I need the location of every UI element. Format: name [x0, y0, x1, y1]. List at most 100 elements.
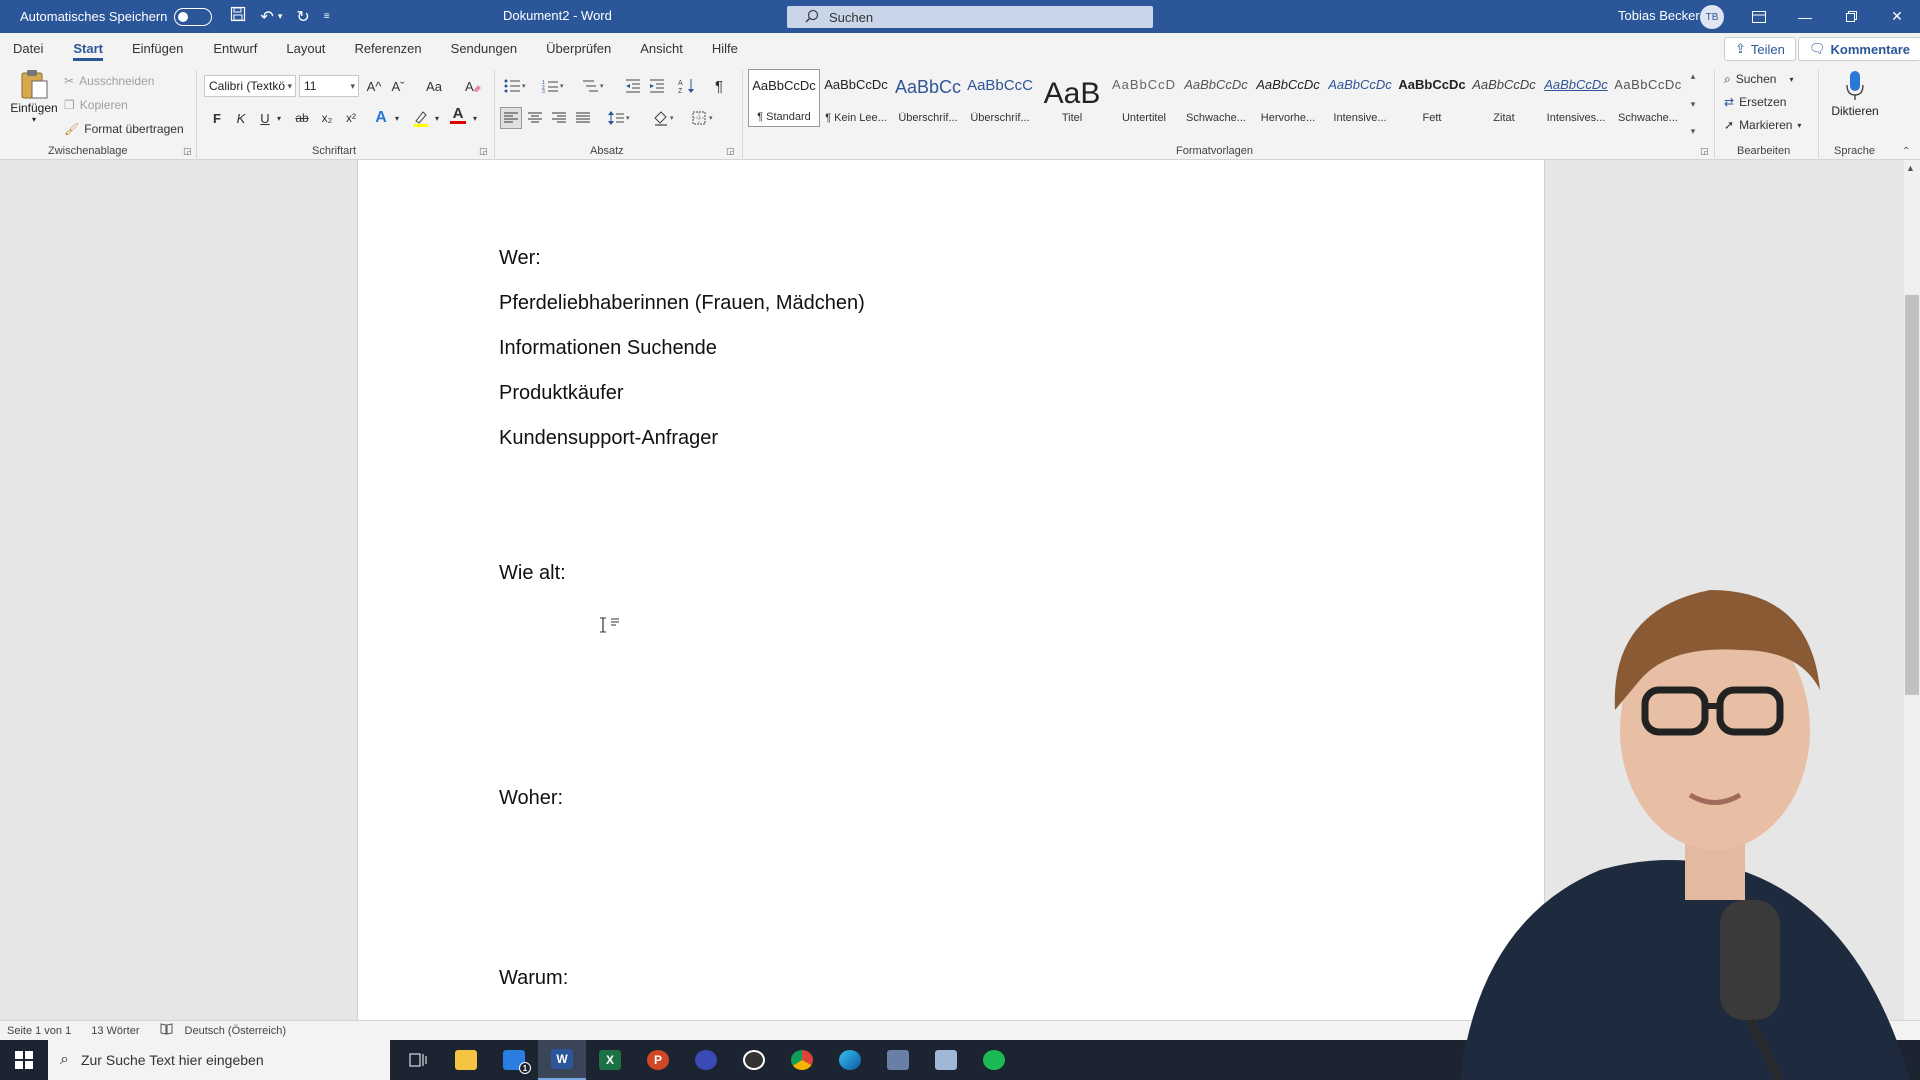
style-tile[interactable]: AaBbCcDc Schwache...: [1612, 69, 1684, 127]
word-taskbar-icon[interactable]: W: [538, 1040, 586, 1080]
increase-indent-icon[interactable]: [646, 75, 668, 97]
style-tile[interactable]: AaBbCcDc Intensive...: [1324, 69, 1396, 127]
style-tile[interactable]: AaBbCcDc ¶ Standard: [748, 69, 820, 127]
dialog-launcher-icon[interactable]: ◲: [1700, 146, 1709, 157]
style-tile[interactable]: AaBbCcDc ¶ Kein Lee...: [820, 69, 892, 127]
underline-button[interactable]: U: [256, 107, 274, 129]
change-case-button[interactable]: Aa: [418, 75, 450, 97]
style-tile[interactable]: AaBbCcC Überschrif...: [964, 69, 1036, 127]
highlight-icon[interactable]: [410, 107, 432, 129]
superscript-button[interactable]: x²: [342, 107, 360, 129]
font-color-button[interactable]: A: [448, 104, 468, 126]
tab-ansicht[interactable]: Ansicht: [640, 33, 683, 64]
avatar[interactable]: TB: [1700, 5, 1724, 29]
style-tile[interactable]: AaBbCcDc Fett: [1396, 69, 1468, 127]
gallery-more-icon[interactable]: ▾: [1691, 126, 1696, 137]
proofing-icon[interactable]: [160, 1023, 173, 1038]
document-page[interactable]: Wer: Pferdeliebhaberinnen (Frauen, Mädch…: [357, 160, 1545, 1020]
italic-button[interactable]: K: [232, 107, 250, 129]
dialog-launcher-icon[interactable]: ◲: [479, 146, 488, 157]
chevron-down-icon[interactable]: ▾: [392, 107, 402, 129]
notepad-icon[interactable]: [922, 1040, 970, 1080]
cut-button[interactable]: ✂ Ausschneiden: [64, 70, 154, 92]
tab-einfuegen[interactable]: Einfügen: [132, 33, 183, 64]
select-button[interactable]: ➚ Markieren ▾: [1724, 114, 1801, 136]
obs-icon[interactable]: [730, 1040, 778, 1080]
tab-layout[interactable]: Layout: [286, 33, 325, 64]
tab-referenzen[interactable]: Referenzen: [354, 33, 421, 64]
shrink-font-button[interactable]: Aˇ: [388, 75, 408, 97]
paste-button[interactable]: Einfügen ▾: [8, 68, 60, 138]
app-window-icon[interactable]: [874, 1040, 922, 1080]
autosave-control[interactable]: Automatisches Speichern: [20, 7, 213, 26]
gallery-scroll[interactable]: ▴ ▾ ▾: [1686, 71, 1700, 137]
style-tile[interactable]: AaBbCcDc Intensives...: [1540, 69, 1612, 127]
close-icon[interactable]: ✕: [1874, 0, 1920, 33]
user-name[interactable]: Tobias Becker: [1618, 8, 1700, 23]
spotify-icon[interactable]: [970, 1040, 1018, 1080]
dialog-launcher-icon[interactable]: ◲: [183, 146, 192, 157]
chrome-icon[interactable]: [778, 1040, 826, 1080]
chevron-down-icon[interactable]: ▾: [1691, 99, 1696, 110]
ribbon-display-icon[interactable]: [1736, 0, 1782, 33]
clear-formatting-icon[interactable]: A: [462, 75, 484, 97]
multilevel-list-icon[interactable]: ▾: [578, 75, 610, 97]
style-tile[interactable]: AaBbCcDc Hervorhe...: [1252, 69, 1324, 127]
tab-entwurf[interactable]: Entwurf: [213, 33, 257, 64]
doc-line-woher[interactable]: Woher:: [499, 787, 563, 810]
align-right-icon[interactable]: [548, 107, 570, 129]
share-button[interactable]: ⇪ Teilen: [1724, 37, 1796, 61]
shading-icon[interactable]: ▾: [650, 107, 680, 129]
subscript-button[interactable]: x₂: [318, 107, 336, 129]
tab-sendungen[interactable]: Sendungen: [451, 33, 518, 64]
doc-line-target-1[interactable]: Pferdeliebhaberinnen (Frauen, Mädchen): [499, 292, 865, 315]
font-name-combo[interactable]: Calibri (Textkö ▾: [204, 75, 296, 97]
bold-button[interactable]: F: [208, 107, 226, 129]
tab-datei[interactable]: Datei: [13, 33, 43, 64]
undo-icon[interactable]: ↶: [260, 7, 273, 27]
line-spacing-icon[interactable]: ▾: [604, 107, 636, 129]
tab-ueberpruefen[interactable]: Überprüfen: [546, 33, 611, 64]
restore-icon[interactable]: [1828, 0, 1874, 33]
borders-icon[interactable]: ▾: [688, 107, 720, 129]
find-button[interactable]: ⌕ Suchen ▾: [1724, 68, 1793, 90]
comments-button[interactable]: 🗨 Kommentare: [1798, 37, 1920, 61]
font-size-combo[interactable]: 11 ▾: [299, 75, 359, 97]
style-tile[interactable]: AaBbCcDc Zitat: [1468, 69, 1540, 127]
text-effects-button[interactable]: A: [370, 107, 392, 129]
bullets-icon[interactable]: ▾: [500, 75, 530, 97]
style-tile[interactable]: AaBbCc Überschrif...: [892, 69, 964, 127]
mail-icon[interactable]: 1: [490, 1040, 538, 1080]
dialog-launcher-icon[interactable]: ◲: [726, 146, 735, 157]
tab-start[interactable]: Start: [73, 33, 103, 64]
edge-icon[interactable]: [826, 1040, 874, 1080]
strikethrough-button[interactable]: ab: [292, 107, 312, 129]
save-icon[interactable]: [230, 6, 246, 27]
doc-line-target-4[interactable]: Kundensupport-Anfrager: [499, 427, 718, 450]
page-count[interactable]: Seite 1 von 1: [7, 1025, 71, 1037]
scroll-up-icon[interactable]: ▲: [1906, 163, 1915, 173]
chevron-down-icon[interactable]: ▾: [274, 107, 284, 129]
numbering-icon[interactable]: 1 2 3 ▾: [538, 75, 570, 97]
minimize-icon[interactable]: —: [1782, 0, 1828, 33]
excel-icon[interactable]: X: [586, 1040, 634, 1080]
app-icon[interactable]: [682, 1040, 730, 1080]
pilcrow-icon[interactable]: ¶: [708, 75, 730, 97]
autosave-toggle[interactable]: [174, 7, 213, 26]
undo-dropdown-icon[interactable]: ▾: [278, 11, 283, 22]
sort-icon[interactable]: AZ: [676, 75, 698, 97]
dictate-button[interactable]: Diktieren: [1826, 70, 1884, 130]
task-view-icon[interactable]: [394, 1040, 442, 1080]
grow-font-button[interactable]: A^: [364, 75, 384, 97]
format-painter-button[interactable]: 🖌 Format übertragen: [64, 118, 184, 140]
chevron-down-icon[interactable]: ▾: [470, 107, 480, 129]
doc-line-warum[interactable]: Warum:: [499, 967, 568, 990]
style-tile[interactable]: AaB Titel: [1036, 69, 1108, 127]
search-box[interactable]: Suchen: [787, 6, 1153, 28]
chevron-down-icon[interactable]: ▾: [432, 107, 442, 129]
replace-button[interactable]: ⇄ Ersetzen: [1724, 91, 1786, 113]
style-tile[interactable]: AaBbCcD Untertitel: [1108, 69, 1180, 127]
align-left-icon[interactable]: [500, 107, 522, 129]
powerpoint-icon[interactable]: P: [634, 1040, 682, 1080]
customize-qat-icon[interactable]: ≡: [324, 11, 330, 22]
